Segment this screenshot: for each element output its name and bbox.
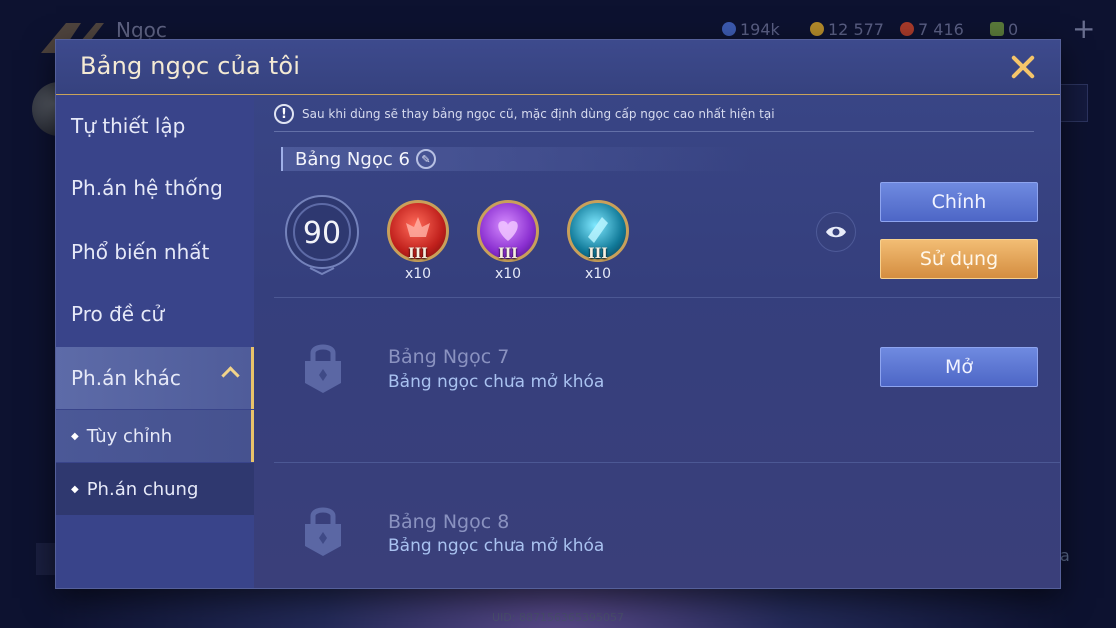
modal-header: Bảng ngọc của tôi — [56, 40, 1060, 95]
section-divider — [274, 297, 1060, 298]
unlock-button[interactable]: Mở — [880, 347, 1038, 387]
bullet-icon: ◆ — [71, 430, 79, 442]
rune-tier: III — [498, 246, 518, 262]
preset-name: Bảng Ngọc 6 — [295, 148, 410, 170]
sidebar: Tự thiết lập Ph.án hệ thống Phổ biến nhấ… — [56, 95, 254, 588]
preset-name-bar: Bảng Ngọc 6 ✎ — [281, 147, 751, 171]
rune-count: x10 — [494, 266, 522, 282]
locked-preset-name: Bảng Ngọc 7 — [388, 346, 510, 368]
lock-icon — [305, 344, 341, 393]
sidebar-subitem-shared[interactable]: ◆ Ph.án chung — [56, 463, 254, 515]
preview-eye-button[interactable] — [816, 212, 856, 252]
voucher-icon — [990, 22, 1004, 36]
red-gem-icon — [900, 22, 914, 36]
locked-preset-status: Bảng ngọc chưa mở khóa — [388, 372, 605, 392]
level-value: 90 — [302, 216, 342, 251]
background-left-bar — [36, 543, 58, 575]
notice-text: Sau khi dùng sẽ thay bảng ngọc cũ, mặc đ… — [302, 107, 775, 121]
rune-tier: III — [408, 246, 428, 262]
level-badge: 90 — [282, 192, 362, 276]
rune-count: x10 — [404, 266, 432, 282]
close-button[interactable] — [1006, 50, 1040, 84]
lock-icon — [305, 507, 341, 556]
rune-page-modal: Bảng ngọc của tôi Tự thiết lập Ph.án hệ … — [56, 40, 1060, 588]
uid-label: UID: 887156365395057 — [492, 611, 624, 624]
modal-title: Bảng ngọc của tôi — [80, 52, 301, 80]
sidebar-item-system-plan[interactable]: Ph.án hệ thống — [56, 157, 254, 219]
background-right-text: a — [1060, 546, 1070, 565]
rune-tier: III — [588, 246, 608, 262]
sidebar-subitem-custom[interactable]: ◆ Tùy chỉnh — [56, 410, 254, 462]
blue-gem-icon — [722, 22, 736, 36]
sidebar-item-other-plans[interactable]: Ph.án khác — [56, 347, 254, 409]
sidebar-item-pro-recommended[interactable]: Pro đề cử — [56, 283, 254, 345]
notice-divider — [274, 131, 1034, 132]
info-icon: ! — [274, 104, 294, 124]
resource-red-gem: 7 416 — [900, 18, 964, 40]
use-preset-button[interactable]: Sử dụng — [880, 239, 1038, 279]
notice-bar: ! Sau khi dùng sẽ thay bảng ngọc cũ, mặc… — [274, 101, 1034, 127]
chevron-up-icon — [221, 366, 240, 385]
edit-name-icon[interactable]: ✎ — [415, 149, 436, 169]
sidebar-item-most-popular[interactable]: Phổ biến nhất — [56, 221, 254, 283]
gold-coin-icon — [810, 22, 824, 36]
background-title: Ngọc — [116, 18, 167, 42]
background-side-tab — [1060, 84, 1088, 122]
locked-preset-name: Bảng Ngọc 8 — [388, 511, 510, 533]
section-divider — [274, 462, 1060, 463]
rune-count: x10 — [584, 266, 612, 282]
eye-icon — [826, 226, 846, 238]
locked-preset-status: Bảng ngọc chưa mở khóa — [388, 536, 605, 556]
sidebar-item-custom-setup[interactable]: Tự thiết lập — [56, 95, 254, 157]
resource-blue-gem: 194k — [722, 18, 780, 40]
resource-gold: 12 577 — [810, 18, 884, 40]
edit-preset-button[interactable]: Chỉnh — [880, 182, 1038, 222]
resource-voucher: 0 — [990, 18, 1018, 40]
bullet-icon: ◆ — [71, 483, 79, 495]
add-resource-icon[interactable]: + — [1072, 12, 1095, 45]
